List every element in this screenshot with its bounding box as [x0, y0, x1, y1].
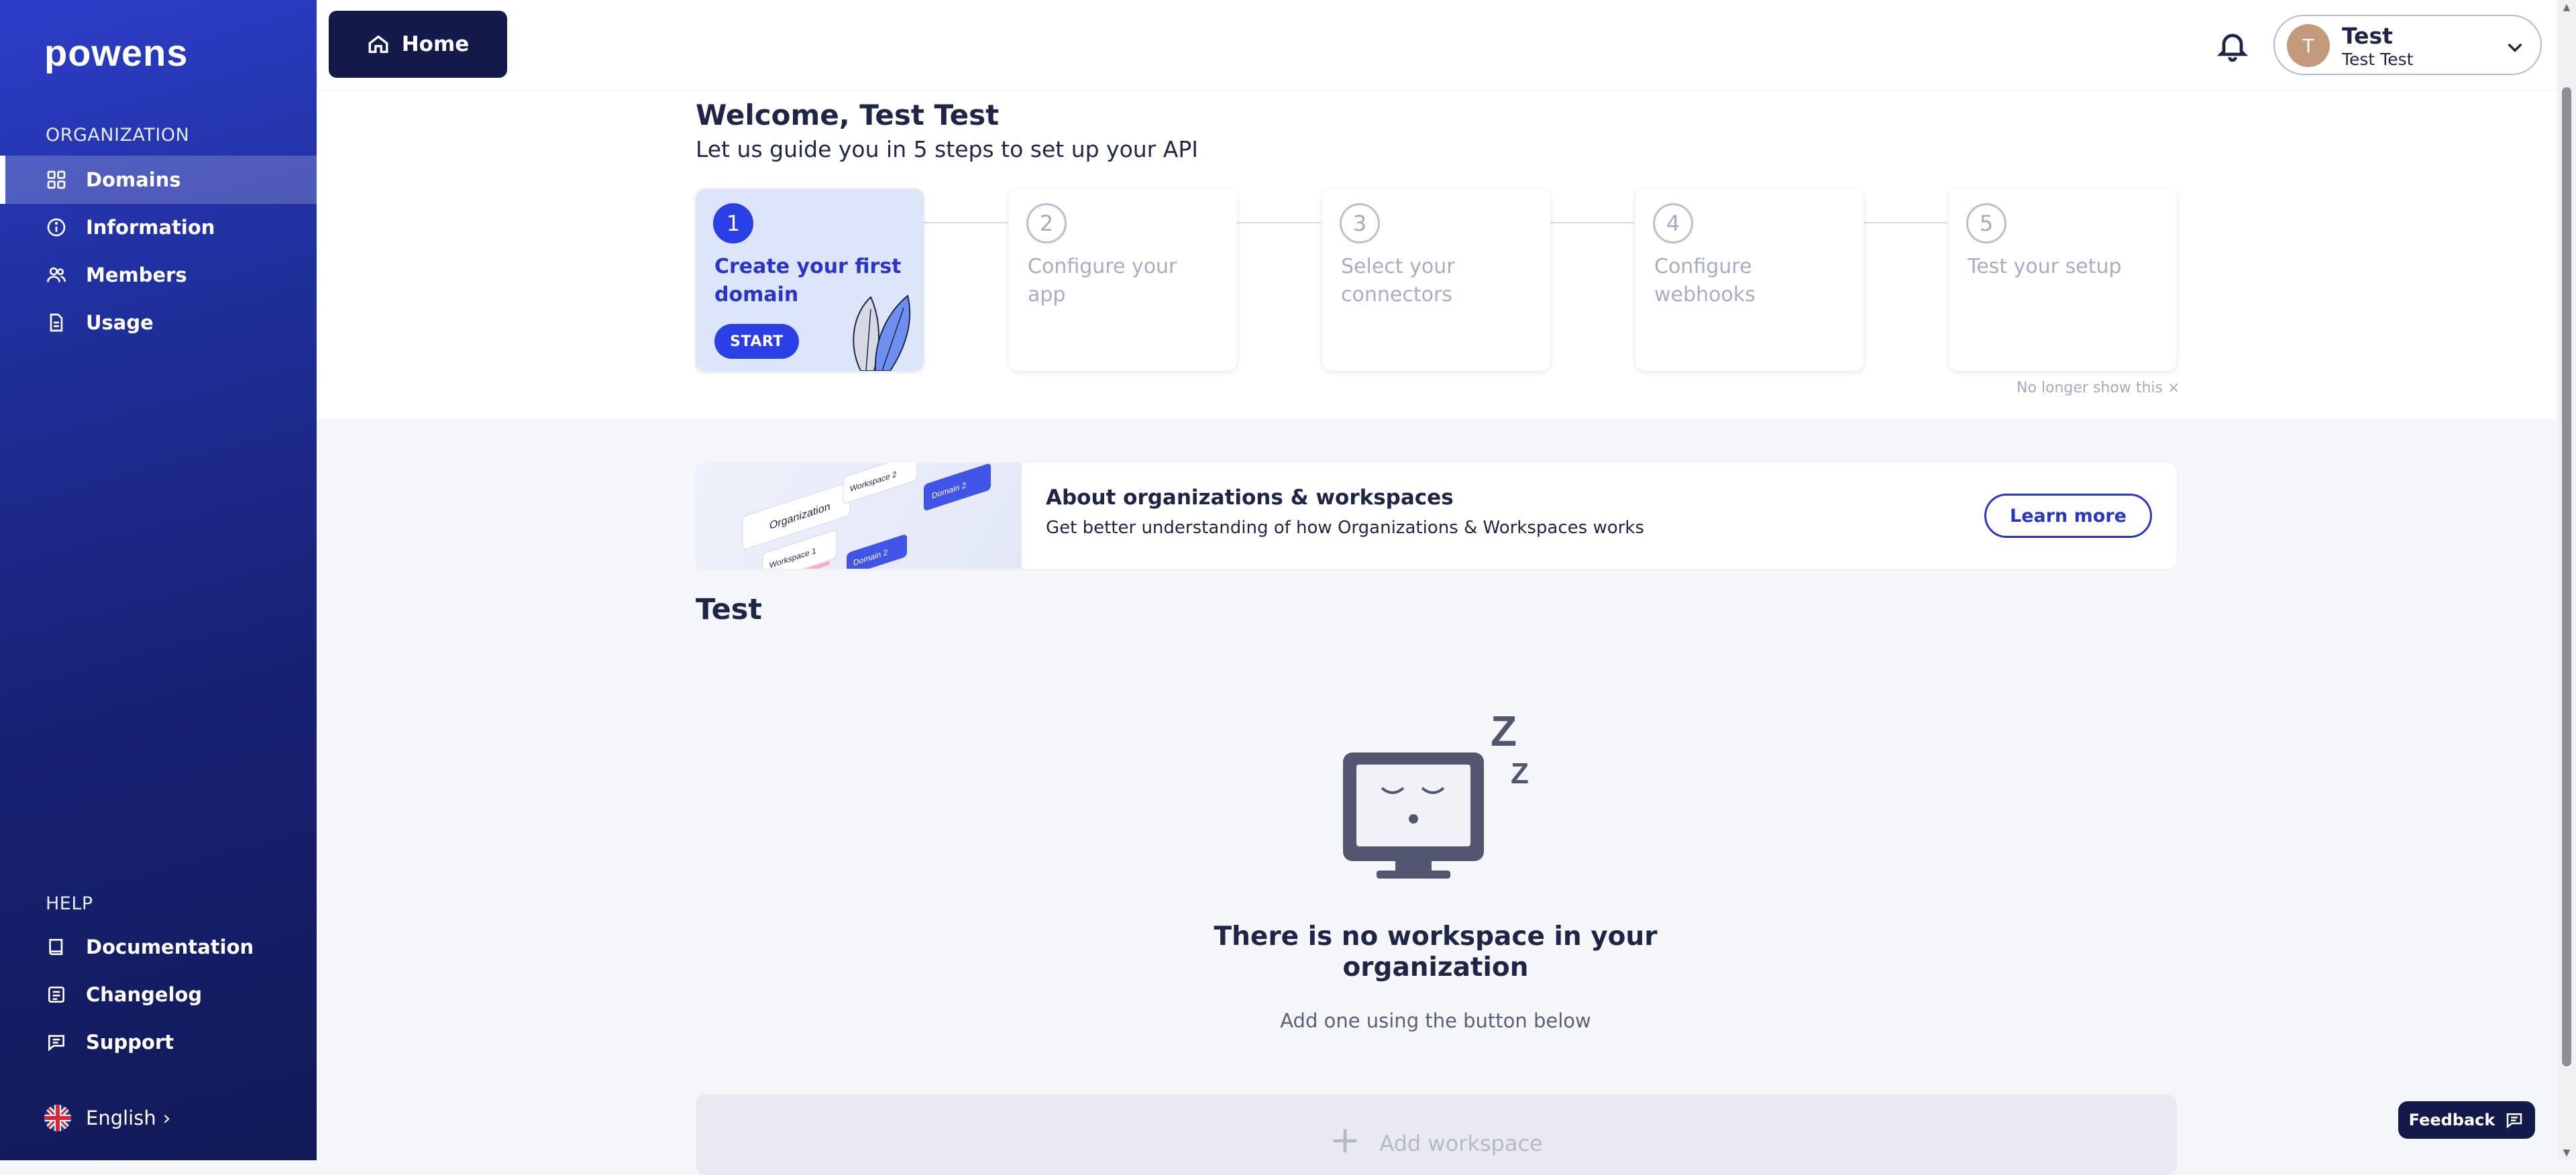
step-label: Configure your app	[1028, 255, 1177, 306]
banner-illustration: Organization Workspace 2 Workspace 1 Dom…	[696, 463, 1022, 569]
leaves-illustration	[853, 294, 911, 371]
step-card-3[interactable]: 3 Select your connectors	[1322, 188, 1550, 371]
home-button[interactable]: Home	[329, 11, 507, 78]
avatar: T	[2287, 24, 2330, 67]
sidebar: powens ORGANIZATION Domains Information …	[0, 0, 317, 1160]
sidebar-item-support[interactable]: Support	[0, 1018, 317, 1066]
chat-icon	[44, 1030, 68, 1054]
notifications-button[interactable]	[2215, 28, 2250, 63]
page-scrollbar[interactable]: ▲ ▼	[2557, 0, 2576, 1160]
empty-state-title: There is no workspace in your organizati…	[1214, 921, 1658, 983]
org-diagram-art: Organization Workspace 2 Workspace 1 Dom…	[742, 463, 991, 569]
step-label: Select your connectors	[1341, 255, 1455, 306]
organization-title: Test	[696, 593, 762, 626]
step-label: Test your setup	[1968, 255, 2122, 278]
sidebar-item-label: Documentation	[86, 936, 254, 958]
sidebar-item-documentation[interactable]: Documentation	[0, 923, 317, 971]
sidebar-item-label: Changelog	[86, 983, 203, 1006]
step-number: 4	[1653, 203, 1693, 243]
start-button[interactable]: START	[714, 324, 799, 359]
onboarding-panel: Welcome, Test Test Let us guide you in 5…	[317, 90, 2557, 419]
sidebar-item-label: Support	[86, 1031, 174, 1054]
home-label: Home	[401, 32, 470, 56]
step-number: 1	[713, 203, 753, 243]
logo-mark: powens	[44, 32, 188, 74]
step-number: 2	[1026, 203, 1067, 243]
step-number: 3	[1340, 203, 1380, 243]
scroll-up-icon[interactable]: ▲	[2562, 3, 2571, 12]
sidebar-item-label: Members	[86, 264, 187, 286]
sidebar-item-information[interactable]: Information	[0, 203, 317, 251]
top-bar: Home T Test Test Test	[317, 0, 2557, 90]
home-icon	[368, 35, 388, 54]
step-connector	[1237, 222, 1321, 223]
step-card-1[interactable]: 1 Create your first domain START	[696, 188, 924, 371]
step-label: Configure webhooks	[1654, 255, 1756, 306]
sleeping-monitor-illustration: Z Z	[1335, 704, 1543, 879]
scroll-down-icon[interactable]: ▼	[2562, 1148, 2571, 1158]
sleep-z-large: Z	[1491, 707, 1517, 755]
grid-icon	[44, 168, 68, 192]
document-icon	[44, 311, 68, 335]
welcome-subtitle: Let us guide you in 5 steps to set up yo…	[696, 136, 1198, 162]
sidebar-item-domains[interactable]: Domains	[0, 156, 317, 204]
banner-title: About organizations & workspaces	[1046, 486, 1454, 510]
step-connector	[924, 222, 1008, 223]
sidebar-item-usage[interactable]: Usage	[0, 298, 317, 347]
plus-icon	[1334, 1129, 1357, 1153]
step-connector	[1864, 222, 1947, 223]
help-section-label: HELP	[46, 893, 93, 914]
feedback-label: Feedback	[2408, 1111, 2496, 1129]
chevron-down-icon	[2504, 36, 2526, 58]
sidebar-item-label: Domains	[86, 168, 181, 191]
organization-section-label: ORGANIZATION	[46, 125, 190, 146]
step-number: 5	[1966, 203, 2006, 243]
step-connector	[1550, 222, 1634, 223]
users-icon	[44, 263, 68, 287]
step-card-5[interactable]: 5 Test your setup	[1949, 188, 2177, 371]
uk-flag-icon	[44, 1105, 71, 1131]
org-workspaces-banner: Organization Workspace 2 Workspace 1 Dom…	[696, 463, 2177, 569]
welcome-title: Welcome, Test Test	[696, 99, 1000, 131]
powens-logo[interactable]: powens	[44, 32, 219, 78]
sidebar-item-changelog[interactable]: Changelog	[0, 970, 317, 1019]
add-workspace-button[interactable]: Add workspace	[696, 1095, 2177, 1175]
sidebar-item-label: Usage	[86, 311, 154, 334]
scrollbar-thumb[interactable]	[2562, 87, 2571, 1066]
chevron-right-icon: ›	[162, 1107, 171, 1129]
step-card-4[interactable]: 4 Configure webhooks	[1635, 188, 1864, 371]
changelog-icon	[44, 983, 68, 1007]
language-selector[interactable]: English ›	[44, 1105, 170, 1131]
step-card-2[interactable]: 2 Configure your app	[1009, 188, 1237, 371]
sleep-z-small: Z	[1511, 757, 1529, 790]
info-icon	[44, 215, 68, 239]
chat-icon	[2507, 1113, 2522, 1129]
book-icon	[44, 935, 68, 959]
user-name: Test	[2342, 23, 2393, 49]
add-workspace-label: Add workspace	[1379, 1131, 1543, 1156]
language-label: English	[86, 1107, 156, 1129]
banner-subtitle: Get better understanding of how Organiza…	[1046, 518, 1644, 538]
user-full-name: Test Test	[2342, 50, 2414, 69]
sidebar-item-members[interactable]: Members	[0, 251, 317, 299]
sidebar-item-label: Information	[86, 216, 215, 239]
learn-more-button[interactable]: Learn more	[1984, 494, 2152, 538]
bell-icon	[2216, 34, 2249, 62]
user-menu[interactable]: T Test Test Test	[2273, 15, 2542, 75]
dismiss-onboarding-link[interactable]: No longer show this ×	[2017, 380, 2180, 396]
feedback-button[interactable]: Feedback	[2398, 1101, 2535, 1139]
logo-text: powens	[44, 35, 188, 74]
empty-state-subtitle: Add one using the button below	[1280, 1009, 1591, 1032]
